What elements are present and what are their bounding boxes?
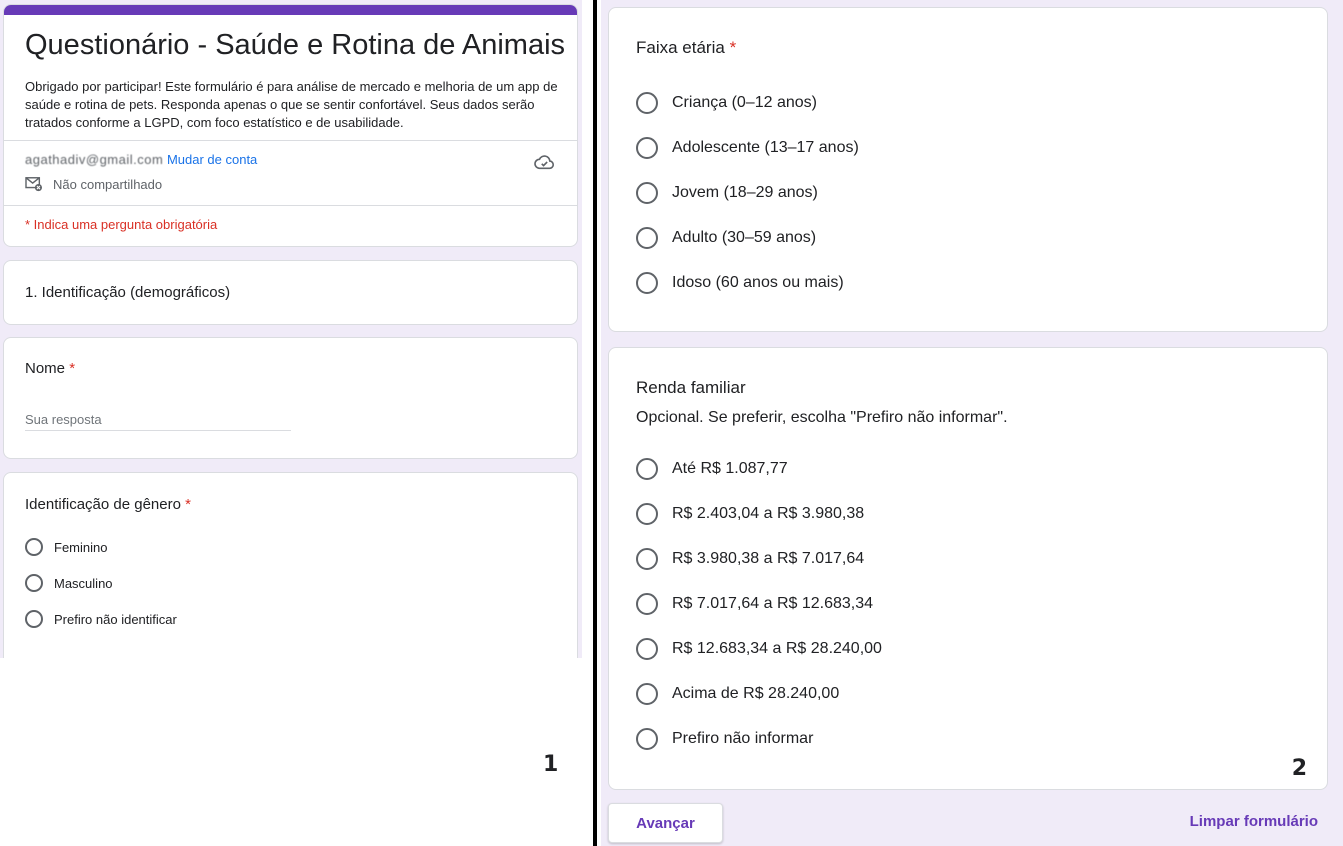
- required-asterisk: *: [185, 496, 191, 513]
- divider: [4, 205, 577, 206]
- right-form-panel: Faixa etária * Criança (0–12 anos) Adole…: [601, 0, 1343, 846]
- income-option-4[interactable]: R$ 7.017,64 a R$ 12.683,34: [636, 593, 873, 615]
- option-label: R$ 2.403,04 a R$ 3.980,38: [672, 505, 865, 522]
- cloud-saved-icon[interactable]: [533, 153, 555, 171]
- required-asterisk: *: [729, 38, 737, 57]
- name-input[interactable]: [25, 408, 291, 431]
- next-button[interactable]: Avançar: [608, 803, 723, 843]
- radio-button[interactable]: [636, 137, 658, 159]
- option-label: Jovem (18–29 anos): [672, 184, 818, 201]
- option-label: Idoso (60 anos ou mais): [672, 274, 844, 291]
- switch-account-link[interactable]: Mudar de conta: [167, 152, 257, 167]
- radio-button[interactable]: [636, 272, 658, 294]
- gender-question-label: Identificação de gênero: [25, 496, 181, 513]
- income-option-5[interactable]: R$ 12.683,34 a R$ 28.240,00: [636, 638, 882, 660]
- income-option-1[interactable]: Até R$ 1.087,77: [636, 458, 788, 480]
- option-label: Adolescente (13–17 anos): [672, 139, 859, 156]
- radio-button[interactable]: [25, 610, 43, 628]
- income-question-title: Renda familiar: [636, 378, 746, 397]
- option-label: R$ 12.683,34 a R$ 28.240,00: [672, 640, 882, 657]
- gender-question-title: Identificação de gênero *: [25, 496, 191, 513]
- gender-option-prefiro-nao-identificar[interactable]: Prefiro não identificar: [25, 610, 177, 628]
- gender-option-feminino[interactable]: Feminino: [25, 538, 107, 556]
- gender-option-masculino[interactable]: Masculino: [25, 574, 113, 592]
- radio-button[interactable]: [636, 227, 658, 249]
- radio-button[interactable]: [636, 182, 658, 204]
- radio-button[interactable]: [636, 458, 658, 480]
- name-question-title: Nome *: [25, 360, 75, 377]
- radio-button[interactable]: [636, 728, 658, 750]
- form-title: Questionário - Saúde e Rotina de Animais: [25, 29, 566, 61]
- option-label: Até R$ 1.087,77: [672, 460, 788, 477]
- income-option-6[interactable]: Acima de R$ 28.240,00: [636, 683, 839, 705]
- not-shared-row: Não compartilhado: [25, 176, 162, 192]
- age-option-idoso[interactable]: Idoso (60 anos ou mais): [636, 272, 844, 294]
- vertical-divider: [593, 0, 597, 846]
- account-row: agathadiv@gmail.com Mudar de conta: [25, 152, 257, 167]
- form-description: Obrigado por participar! Este formulário…: [25, 79, 558, 130]
- name-question-card: Nome *: [3, 337, 578, 459]
- mail-not-shared-icon: [25, 177, 42, 192]
- option-label: R$ 3.980,38 a R$ 7.017,64: [672, 550, 865, 567]
- radio-button[interactable]: [636, 638, 658, 660]
- age-option-adulto[interactable]: Adulto (30–59 anos): [636, 227, 816, 249]
- option-label: Feminino: [54, 539, 108, 555]
- header-accent-stripe: [4, 5, 577, 15]
- option-label: Adulto (30–59 anos): [672, 229, 817, 246]
- clear-form-button[interactable]: Limpar formulário: [1190, 813, 1318, 830]
- option-label: Prefiro não informar: [672, 730, 814, 747]
- radio-button[interactable]: [636, 593, 658, 615]
- income-option-prefiro-nao-informar[interactable]: Prefiro não informar: [636, 728, 813, 750]
- radio-button[interactable]: [636, 503, 658, 525]
- age-question-title: Faixa etária *: [636, 38, 736, 58]
- option-label: Masculino: [54, 575, 113, 591]
- option-label: Acima de R$ 28.240,00: [672, 685, 840, 702]
- option-label: R$ 7.017,64 a R$ 12.683,34: [672, 595, 874, 612]
- section-title: 1. Identificação (demográficos): [25, 284, 231, 301]
- age-option-adolescente[interactable]: Adolescente (13–17 anos): [636, 137, 859, 159]
- name-question-label: Nome: [25, 360, 66, 377]
- income-option-2[interactable]: R$ 2.403,04 a R$ 3.980,38: [636, 503, 864, 525]
- screenshot-label-2: 2: [1291, 756, 1307, 781]
- age-question-label: Faixa etária: [636, 38, 725, 57]
- income-question-description: Opcional. Se preferir, escolha "Prefiro …: [636, 409, 1008, 426]
- left-form-panel: Questionário - Saúde e Rotina de Animais…: [0, 0, 582, 658]
- radio-button[interactable]: [636, 683, 658, 705]
- radio-button[interactable]: [25, 538, 43, 556]
- section-card: 1. Identificação (demográficos): [3, 260, 578, 325]
- radio-button[interactable]: [636, 92, 658, 114]
- screenshot-label-1: 1: [543, 752, 559, 777]
- radio-button[interactable]: [636, 548, 658, 570]
- required-asterisk: *: [69, 360, 76, 377]
- form-header-card: Questionário - Saúde e Rotina de Animais…: [3, 4, 578, 247]
- age-question-card: Faixa etária * Criança (0–12 anos) Adole…: [608, 7, 1328, 332]
- account-email: agathadiv@gmail.com: [25, 152, 164, 167]
- not-shared-text: Não compartilhado: [53, 176, 163, 192]
- divider: [4, 140, 577, 141]
- income-question-card: Renda familiar Opcional. Se preferir, es…: [608, 347, 1328, 790]
- required-note: * Indica uma pergunta obrigatória: [25, 217, 218, 232]
- age-option-crianca[interactable]: Criança (0–12 anos): [636, 92, 817, 114]
- radio-button[interactable]: [25, 574, 43, 592]
- option-label: Criança (0–12 anos): [672, 94, 817, 111]
- age-option-jovem[interactable]: Jovem (18–29 anos): [636, 182, 818, 204]
- gender-question-card: Identificação de gênero * Feminino Mascu…: [3, 472, 578, 658]
- option-label: Prefiro não identificar: [54, 611, 177, 627]
- income-option-3[interactable]: R$ 3.980,38 a R$ 7.017,64: [636, 548, 864, 570]
